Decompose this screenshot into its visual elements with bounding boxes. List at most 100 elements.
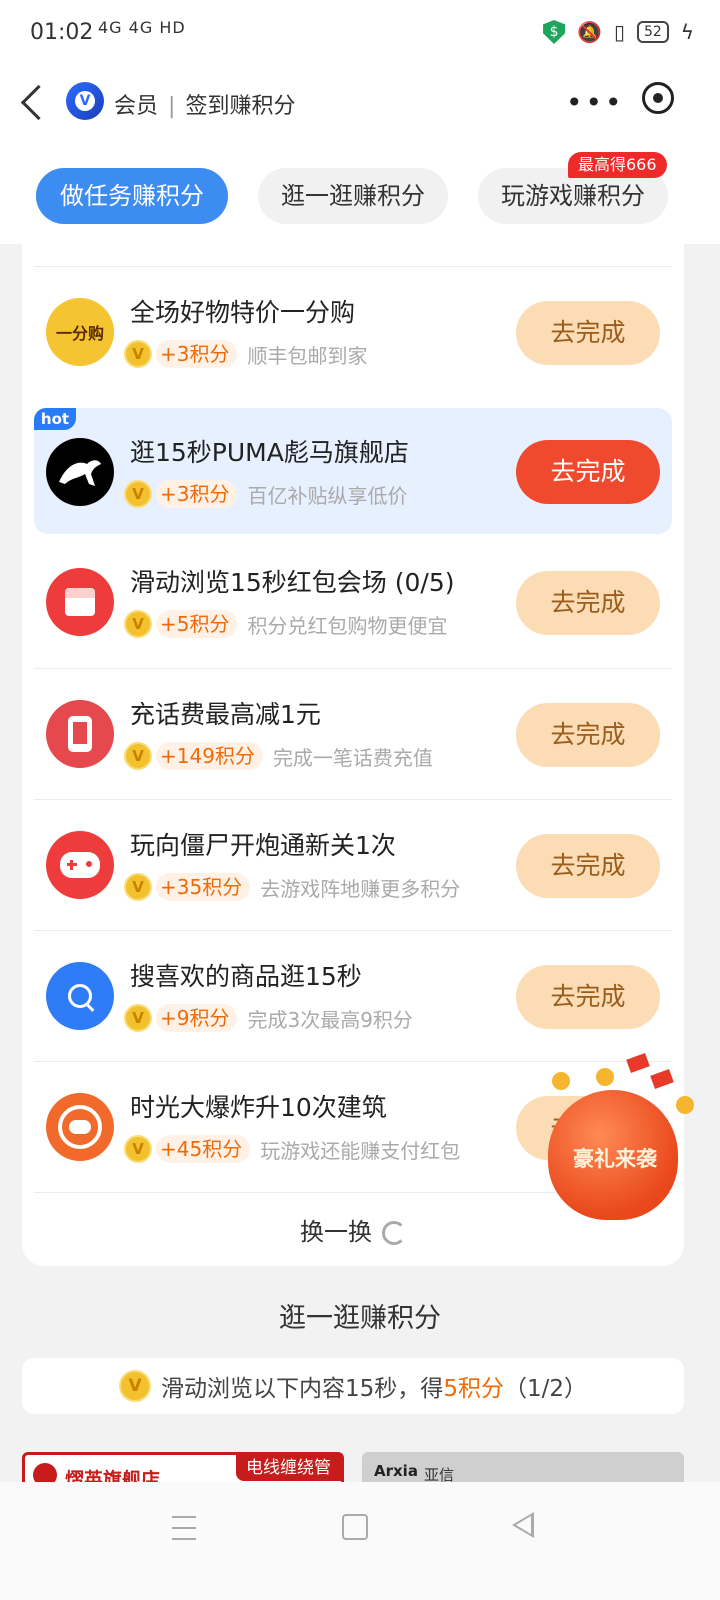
task-row: 一分购 全场好物特价一分购 V +3积分 顺丰包邮到家 去完成 [34, 266, 672, 398]
charging-icon: ϟ [680, 20, 694, 44]
task-points: V +45积分 玩游戏还能赚支付红包 [124, 1133, 460, 1165]
task-title: 时光大爆炸升10次建筑 [130, 1093, 387, 1122]
back-icon[interactable] [20, 84, 57, 121]
tip-text: 滑动浏览以下内容15秒，得5积分（1/2） [161, 1369, 587, 1403]
points-value: +149积分 [156, 742, 263, 770]
status-right: $ 🔕 ▯ 52 ϟ [543, 20, 694, 44]
status-time: 01:02 [30, 20, 94, 45]
status-bar: 01:02 4G 4G HD $ 🔕 ▯ 52 ϟ [0, 0, 720, 72]
title-divider: | [168, 94, 176, 119]
product-badge: 电线缠绕管 [236, 1455, 341, 1481]
search-icon [46, 962, 114, 1030]
task-desc: 去游戏阵地赚更多积分 [260, 876, 461, 901]
task-points: V +9积分 完成3次最高9积分 [124, 1002, 413, 1034]
app-name: 会员 [114, 94, 159, 119]
coin-icon: V [124, 742, 152, 770]
mute-icon: 🔕 [577, 20, 602, 44]
task-row: 玩向僵尸开炮通新关1次 V +35积分 去游戏阵地赚更多积分 去完成 [34, 799, 672, 931]
task-complete-button[interactable]: 去完成 [516, 834, 660, 898]
tip-suffix: （1/2） [503, 1376, 587, 1402]
brand-logo: Arxia [374, 1462, 418, 1480]
more-icon[interactable]: ••• [566, 86, 625, 119]
task-complete-button[interactable]: 去完成 [516, 571, 660, 635]
member-logo-icon: V [66, 82, 104, 120]
task-title: 搜喜欢的商品逛15秒 [130, 962, 362, 991]
menu-icon[interactable] [172, 1516, 196, 1540]
task-row: 滑动浏览15秒红包会场 (0/5) V +5积分 积分兑红包购物更便宜 去完成 [34, 537, 672, 668]
refresh-icon [382, 1221, 406, 1245]
coin-icon: V [124, 1135, 152, 1163]
task-desc: 玩游戏还能赚支付红包 [260, 1138, 461, 1163]
task-title: 逛15秒PUMA彪马旗舰店 [130, 438, 409, 467]
tab-bar: 做任务赚积分 逛一逛赚积分 玩游戏赚积分 最高得666 [0, 134, 720, 244]
task-complete-button[interactable]: 去完成 [516, 301, 660, 365]
browse-tip: V 滑动浏览以下内容15秒，得5积分（1/2） [22, 1358, 684, 1414]
tab-tasks[interactable]: 做任务赚积分 [36, 168, 228, 224]
task-complete-button[interactable]: 去完成 [516, 703, 660, 767]
coin-icon: V [124, 610, 152, 638]
coin-icon: V [124, 340, 152, 368]
coin-icon: V [124, 480, 152, 508]
points-value: +45积分 [156, 1135, 251, 1163]
browse-section-title: 逛一逛赚积分 [279, 1303, 441, 1334]
points-value: +9积分 [156, 1004, 238, 1032]
points-value: +5积分 [156, 610, 238, 638]
task-points: V +5积分 积分兑红包购物更便宜 [124, 608, 447, 640]
hot-badge: hot [34, 408, 76, 430]
battery-icon: 52 [636, 21, 669, 43]
one-cent-buy-icon: 一分购 [46, 298, 114, 366]
home-icon[interactable] [342, 1514, 368, 1540]
red-envelope-decor-icon [650, 1069, 674, 1089]
task-title: 滑动浏览15秒红包会场 (0/5) [130, 568, 455, 597]
task-points: V +3积分 百亿补贴纵享低价 [124, 478, 407, 510]
task-row: 搜喜欢的商品逛15秒 V +9积分 完成3次最高9积分 去完成 [34, 930, 672, 1062]
puma-logo-icon [46, 438, 114, 506]
task-desc: 积分兑红包购物更便宜 [247, 613, 448, 638]
points-value: +3积分 [156, 340, 238, 368]
coin-decor-icon [552, 1072, 570, 1090]
task-points: V +149积分 完成一笔话费充值 [124, 740, 433, 772]
task-title: 充话费最高减1元 [130, 700, 321, 729]
phone-icon [46, 700, 114, 768]
task-complete-button[interactable]: 去完成 [516, 440, 660, 504]
tab-games-badge: 最高得666 [568, 152, 667, 178]
gamepad-icon [46, 831, 114, 899]
coin-decor-icon [676, 1096, 694, 1114]
page-title-text: 签到赚积分 [185, 94, 296, 119]
red-envelope-decor-icon [626, 1053, 650, 1073]
task-row-hot: hot 逛15秒PUMA彪马旗舰店 V +3积分 百亿补贴纵享低价 去完成 [34, 408, 672, 534]
points-value: +35积分 [156, 873, 251, 901]
promo-text: 豪礼来袭 [573, 1147, 657, 1171]
coin-icon: V [124, 1004, 152, 1032]
one-cent-buy-icon-text: 一分购 [55, 324, 104, 343]
signal-icon: 4G 4G HD [98, 18, 186, 37]
back-triangle-icon[interactable] [512, 1512, 534, 1538]
task-desc: 完成3次最高9积分 [247, 1007, 413, 1032]
task-desc: 完成一笔话费充值 [272, 745, 433, 770]
close-miniprogram-icon[interactable] [642, 82, 674, 114]
nav-bar: V 会员 | 签到赚积分 ••• [0, 72, 720, 134]
shield-icon: $ [543, 20, 566, 44]
task-title: 全场好物特价一分购 [130, 298, 356, 327]
vibrate-icon: ▯ [613, 20, 625, 44]
tab-browse[interactable]: 逛一逛赚积分 [258, 168, 448, 224]
task-points: V +3积分 顺丰包邮到家 [124, 338, 367, 370]
task-desc: 百亿补贴纵享低价 [247, 483, 408, 508]
game-controller-icon [46, 1093, 114, 1161]
page-title: 会员 | 签到赚积分 [114, 88, 295, 120]
coin-icon: V [124, 873, 152, 901]
coin-decor-icon [596, 1068, 614, 1086]
refresh-label: 换一换 [300, 1218, 372, 1246]
system-nav-bar [0, 1482, 720, 1600]
task-points: V +35积分 去游戏阵地赚更多积分 [124, 871, 460, 903]
coin-icon: V [119, 1370, 152, 1402]
red-packet-icon [46, 568, 114, 636]
task-row: 充话费最高减1元 V +149积分 完成一笔话费充值 去完成 [34, 668, 672, 800]
tip-highlight: 5积分 [443, 1376, 504, 1402]
floating-promo-bag[interactable]: 豪礼来袭 [540, 1050, 720, 1230]
tip-prefix: 滑动浏览以下内容15秒，得 [161, 1376, 444, 1402]
task-title: 玩向僵尸开炮通新关1次 [130, 831, 396, 860]
task-desc: 顺丰包邮到家 [247, 343, 368, 368]
task-complete-button[interactable]: 去完成 [516, 965, 660, 1029]
points-value: +3积分 [156, 480, 238, 508]
